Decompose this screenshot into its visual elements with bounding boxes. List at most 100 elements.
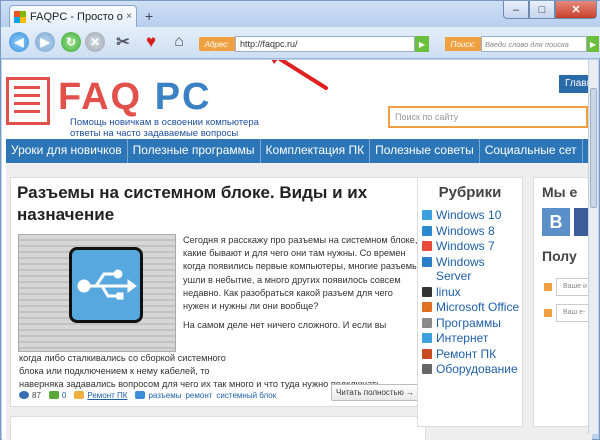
article-para2b: когда либо сталкивались со сборкой систе…: [19, 353, 226, 363]
article-para2c: блока или подключением к нему кабелей, т…: [19, 366, 210, 377]
article-intro: Сегодня я расскажу про разъемы на систем…: [183, 234, 419, 332]
rubric-item[interactable]: Ремонт ПК: [422, 347, 522, 362]
home-icon[interactable]: ⌂: [169, 32, 189, 52]
name-field[interactable]: Ваше и: [556, 278, 592, 296]
search-go-icon[interactable]: ▶: [587, 36, 599, 52]
search-label: Поиск:: [445, 37, 481, 51]
rubric-item[interactable]: Windows 10: [422, 208, 522, 223]
tag-icon: [135, 391, 146, 399]
windows-favicon-icon: [14, 10, 26, 23]
rubric-icon: [422, 241, 432, 251]
article-para1: Сегодня я расскажу про разъемы на систем…: [183, 235, 419, 312]
refresh-icon[interactable]: ↻: [61, 32, 81, 52]
views-count: 87: [32, 390, 41, 400]
tab-close-icon[interactable]: ×: [126, 11, 132, 22]
logo-pc: PC: [154, 76, 212, 118]
red-arrow-annotation: [271, 60, 328, 90]
rubric-icon: [422, 210, 432, 220]
folder-icon: [74, 391, 85, 399]
address-input[interactable]: http://faqpc.ru/: [235, 36, 415, 52]
close-button[interactable]: ✕: [555, 1, 597, 19]
rubric-label: Microsoft Office: [436, 300, 520, 314]
nav-item[interactable]: Полезные советы: [370, 139, 480, 163]
user-icon: [544, 283, 552, 291]
article-card: Разъемы на системном блоке. Виды и их на…: [10, 177, 426, 407]
rubric-item[interactable]: linux: [422, 285, 522, 300]
scrollbar-thumb[interactable]: [590, 88, 597, 208]
rubric-label: Ремонт ПК: [436, 346, 497, 361]
new-tab-button[interactable]: +: [145, 8, 153, 24]
tagline-line2: ответы на часто задаваемые вопросы: [70, 128, 239, 139]
nav-item[interactable]: Социальные сет: [480, 139, 583, 163]
faqpc-logo-icon: [6, 77, 50, 125]
address-label: Адрес:: [199, 37, 235, 51]
rubric-icon: [422, 333, 432, 343]
logo-faq: FAQ: [58, 76, 155, 118]
tab-title: FAQPC - Просто о сложн...: [30, 10, 123, 23]
favorites-heart-icon[interactable]: ♥: [141, 32, 161, 52]
maximize-button[interactable]: □: [529, 1, 555, 19]
rubric-item[interactable]: Программы: [422, 316, 522, 331]
minimize-button[interactable]: –: [503, 1, 529, 19]
email-field[interactable]: Ваш e-: [556, 304, 592, 322]
site-logo[interactable]: FAQ PC: [58, 76, 211, 119]
article-para2a: На самом деле нет ничего сложного. И есл…: [183, 320, 387, 331]
article-title[interactable]: Разъемы на системном блоке. Виды и их на…: [17, 182, 417, 226]
rubric-item[interactable]: Windows Server: [422, 255, 522, 284]
rubric-label: Windows 10: [436, 208, 502, 222]
toolbar-search-input[interactable]: Введи слово для поиска: [481, 36, 587, 52]
tab-faqpc[interactable]: FAQPC - Просто о сложн... ×: [9, 5, 137, 27]
read-more-button[interactable]: Читать полностью →: [331, 384, 419, 401]
rubric-icon: [422, 364, 432, 374]
rubric-item[interactable]: Интернет: [422, 331, 522, 346]
rubric-label: Windows Server: [436, 254, 485, 284]
site-tagline: Помощь новичкам в освоении компьютера от…: [70, 117, 259, 139]
tools-icon[interactable]: ✂: [113, 32, 133, 52]
forward-icon[interactable]: ▶: [35, 32, 55, 52]
rubric-icon: [422, 348, 432, 359]
rubric-item[interactable]: Оборудование: [422, 362, 522, 377]
rubric-icon: [422, 286, 432, 297]
tag-link[interactable]: ремонт: [185, 391, 212, 400]
rubrics-title: Рубрики: [438, 184, 502, 201]
tag-link[interactable]: разъемы: [148, 391, 181, 400]
rubrics-widget: Рубрики Windows 10 Windows 8 Windows 7 Wind…: [417, 177, 523, 427]
nav-item[interactable]: Уроки для новичков: [6, 139, 128, 163]
rubric-icon: [422, 225, 432, 236]
nav-item[interactable]: Полезные программы: [128, 139, 261, 163]
category-link[interactable]: Ремонт ПК: [87, 391, 127, 400]
rubric-item[interactable]: Windows 7: [422, 239, 522, 254]
eye-icon: [19, 391, 29, 399]
rubrics-list: Windows 10 Windows 8 Windows 7 Windows Serv…: [422, 208, 522, 378]
web-page: FAQ PC Помощь новичкам в освоении компью…: [2, 60, 592, 440]
tag-link[interactable]: системный блок: [216, 391, 276, 400]
article-thumbnail[interactable]: [18, 234, 176, 352]
usb-icon: [69, 247, 143, 323]
rubric-icon: [422, 256, 432, 267]
mail-icon: [544, 309, 552, 317]
rubric-label: Интернет: [436, 331, 489, 345]
subscribe-title: Полу: [542, 248, 577, 264]
vk-icon[interactable]: В: [542, 208, 570, 236]
site-search-input[interactable]: Поиск по сайту: [388, 106, 588, 128]
right-sidebar: Мы е В Полу Ваше и Ваш e-: [533, 177, 592, 427]
main-nav: Уроки для новичков Полезные программы Ко…: [6, 139, 592, 163]
comment-icon: [48, 391, 59, 399]
stop-icon[interactable]: ✕: [85, 32, 105, 52]
rubric-label: Windows 7: [436, 239, 495, 253]
rubric-label: Программы: [436, 315, 501, 330]
go-icon[interactable]: ▶: [415, 36, 429, 52]
nav-item[interactable]: Комплектация ПК: [261, 139, 371, 163]
rubric-label: linux: [436, 284, 461, 299]
rubric-icon: [422, 302, 432, 312]
back-icon[interactable]: ◀: [9, 32, 29, 52]
rubric-item[interactable]: Windows 8: [422, 224, 522, 239]
vertical-scrollbar[interactable]: [588, 60, 598, 434]
rubric-label: Оборудование: [436, 362, 518, 376]
rubric-item[interactable]: Microsoft Office: [422, 300, 522, 315]
rubric-label: Windows 8: [436, 223, 495, 238]
comments-count[interactable]: 0: [62, 391, 66, 400]
title-bar: FAQPC - Просто о сложн... × + – □ ✕: [1, 1, 600, 27]
browser-window: FAQPC - Просто о сложн... × + – □ ✕ ◀ ▶ …: [0, 0, 600, 440]
tagline-line1: Помощь новичкам в освоении компьютера: [70, 117, 259, 128]
